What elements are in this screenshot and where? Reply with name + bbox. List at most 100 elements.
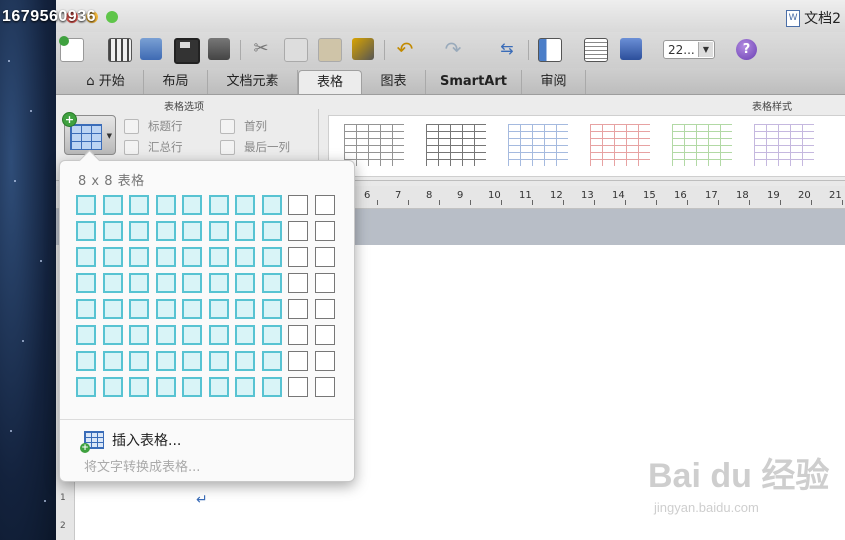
new-document-icon[interactable] xyxy=(59,36,84,62)
grid-cell[interactable] xyxy=(155,195,176,215)
grid-cell[interactable] xyxy=(261,195,282,215)
grid-cell[interactable] xyxy=(182,325,202,345)
first-column-checkbox[interactable] xyxy=(220,119,235,134)
grid-cell[interactable] xyxy=(129,351,149,371)
grid-cell[interactable] xyxy=(129,273,149,293)
table-style-thumbnail[interactable] xyxy=(344,124,404,166)
table-style-thumbnail[interactable] xyxy=(754,124,814,166)
grid-cell[interactable] xyxy=(288,221,308,241)
grid-cell[interactable] xyxy=(261,351,282,371)
toolbox-icon[interactable] xyxy=(584,38,608,62)
grid-cell[interactable] xyxy=(129,325,149,345)
grid-cell[interactable] xyxy=(76,325,96,345)
grid-cell[interactable] xyxy=(288,195,308,215)
grid-cell[interactable] xyxy=(235,351,255,371)
grid-cell[interactable] xyxy=(314,247,335,267)
total-row-checkbox[interactable] xyxy=(124,140,139,155)
media-browser-icon[interactable] xyxy=(620,38,642,60)
grid-cell[interactable] xyxy=(76,377,96,397)
grid-cell[interactable] xyxy=(208,273,229,293)
grid-cell[interactable] xyxy=(314,351,335,371)
grid-cell[interactable] xyxy=(102,273,123,293)
grid-cell[interactable] xyxy=(76,247,96,267)
grid-cell[interactable] xyxy=(182,299,202,319)
grid-cell[interactable] xyxy=(102,325,123,345)
grid-cell[interactable] xyxy=(102,351,123,371)
grid-cell[interactable] xyxy=(314,325,335,345)
paste-icon[interactable] xyxy=(318,38,342,62)
grid-cell[interactable] xyxy=(76,273,96,293)
grid-cell[interactable] xyxy=(76,221,96,241)
grid-cell[interactable] xyxy=(182,221,202,241)
grid-cell[interactable] xyxy=(261,299,282,319)
grid-cell[interactable] xyxy=(155,325,176,345)
grid-cell[interactable] xyxy=(155,247,176,267)
table-style-thumbnail[interactable] xyxy=(590,124,650,166)
grid-cell[interactable] xyxy=(129,221,149,241)
grid-cell[interactable] xyxy=(314,221,335,241)
grid-cell[interactable] xyxy=(314,195,335,215)
grid-cell[interactable] xyxy=(102,221,123,241)
grid-cell[interactable] xyxy=(235,221,255,241)
grid-cell[interactable] xyxy=(314,377,335,397)
zoom-dropdown[interactable]: 22... ▼ xyxy=(663,40,715,59)
grid-cell[interactable] xyxy=(76,351,96,371)
grid-cell[interactable] xyxy=(261,221,282,241)
grid-cell[interactable] xyxy=(182,247,202,267)
grid-cell[interactable] xyxy=(76,299,96,319)
grid-cell[interactable] xyxy=(288,273,308,293)
grid-cell[interactable] xyxy=(155,221,176,241)
grid-cell[interactable] xyxy=(288,247,308,267)
tab-home[interactable]: ⌂ 开始 xyxy=(68,70,144,94)
convert-text-to-table-menu-item[interactable]: 将文字转换成表格... xyxy=(84,456,200,475)
tab-smartart[interactable]: SmartArt xyxy=(426,70,522,94)
grid-cell[interactable] xyxy=(182,351,202,371)
grid-cell[interactable] xyxy=(288,351,308,371)
grid-cell[interactable] xyxy=(235,195,255,215)
grid-cell[interactable] xyxy=(261,273,282,293)
grid-cell[interactable] xyxy=(129,299,149,319)
table-style-thumbnail[interactable] xyxy=(508,124,568,166)
grid-cell[interactable] xyxy=(155,299,176,319)
grid-cell[interactable] xyxy=(208,351,229,371)
redo-icon[interactable]: ↷ xyxy=(442,38,464,60)
grid-cell[interactable] xyxy=(288,325,308,345)
grid-cell[interactable] xyxy=(314,299,335,319)
sidebar-icon[interactable] xyxy=(538,38,562,62)
insert-icon[interactable]: ⇆ xyxy=(496,38,518,60)
tab-tables[interactable]: 表格 xyxy=(298,70,362,94)
grid-cell[interactable] xyxy=(235,377,255,397)
open-icon[interactable] xyxy=(140,38,162,60)
grid-cell[interactable] xyxy=(261,247,282,267)
grid-cell[interactable] xyxy=(235,299,255,319)
grid-cell[interactable] xyxy=(208,299,229,319)
header-row-checkbox[interactable] xyxy=(124,119,139,134)
grid-cell[interactable] xyxy=(208,247,229,267)
grid-cell[interactable] xyxy=(102,195,123,215)
tab-document-elements[interactable]: 文档元素 xyxy=(208,70,298,94)
grid-cell[interactable] xyxy=(102,299,123,319)
grid-cell[interactable] xyxy=(261,325,282,345)
grid-cell[interactable] xyxy=(208,377,229,397)
gallery-icon[interactable] xyxy=(108,38,132,62)
grid-cell[interactable] xyxy=(155,351,176,371)
cut-icon[interactable]: ✂ xyxy=(250,38,272,60)
grid-cell[interactable] xyxy=(208,325,229,345)
copy-icon[interactable] xyxy=(284,38,308,62)
table-style-thumbnail[interactable] xyxy=(426,124,486,166)
grid-cell[interactable] xyxy=(314,273,335,293)
grid-cell[interactable] xyxy=(102,247,123,267)
grid-cell[interactable] xyxy=(155,273,176,293)
tab-charts[interactable]: 图表 xyxy=(362,70,426,94)
undo-icon[interactable]: ↶ xyxy=(394,38,416,60)
tab-layout[interactable]: 布局 xyxy=(144,70,208,94)
zoom-button[interactable] xyxy=(106,11,118,23)
grid-cell[interactable] xyxy=(235,247,255,267)
print-icon[interactable] xyxy=(208,38,230,60)
format-painter-icon[interactable] xyxy=(352,38,374,60)
grid-cell[interactable] xyxy=(102,377,123,397)
new-table-button[interactable]: + ▼ xyxy=(62,112,116,155)
help-icon[interactable]: ? xyxy=(736,39,757,60)
grid-cell[interactable] xyxy=(235,325,255,345)
grid-cell[interactable] xyxy=(76,195,96,215)
